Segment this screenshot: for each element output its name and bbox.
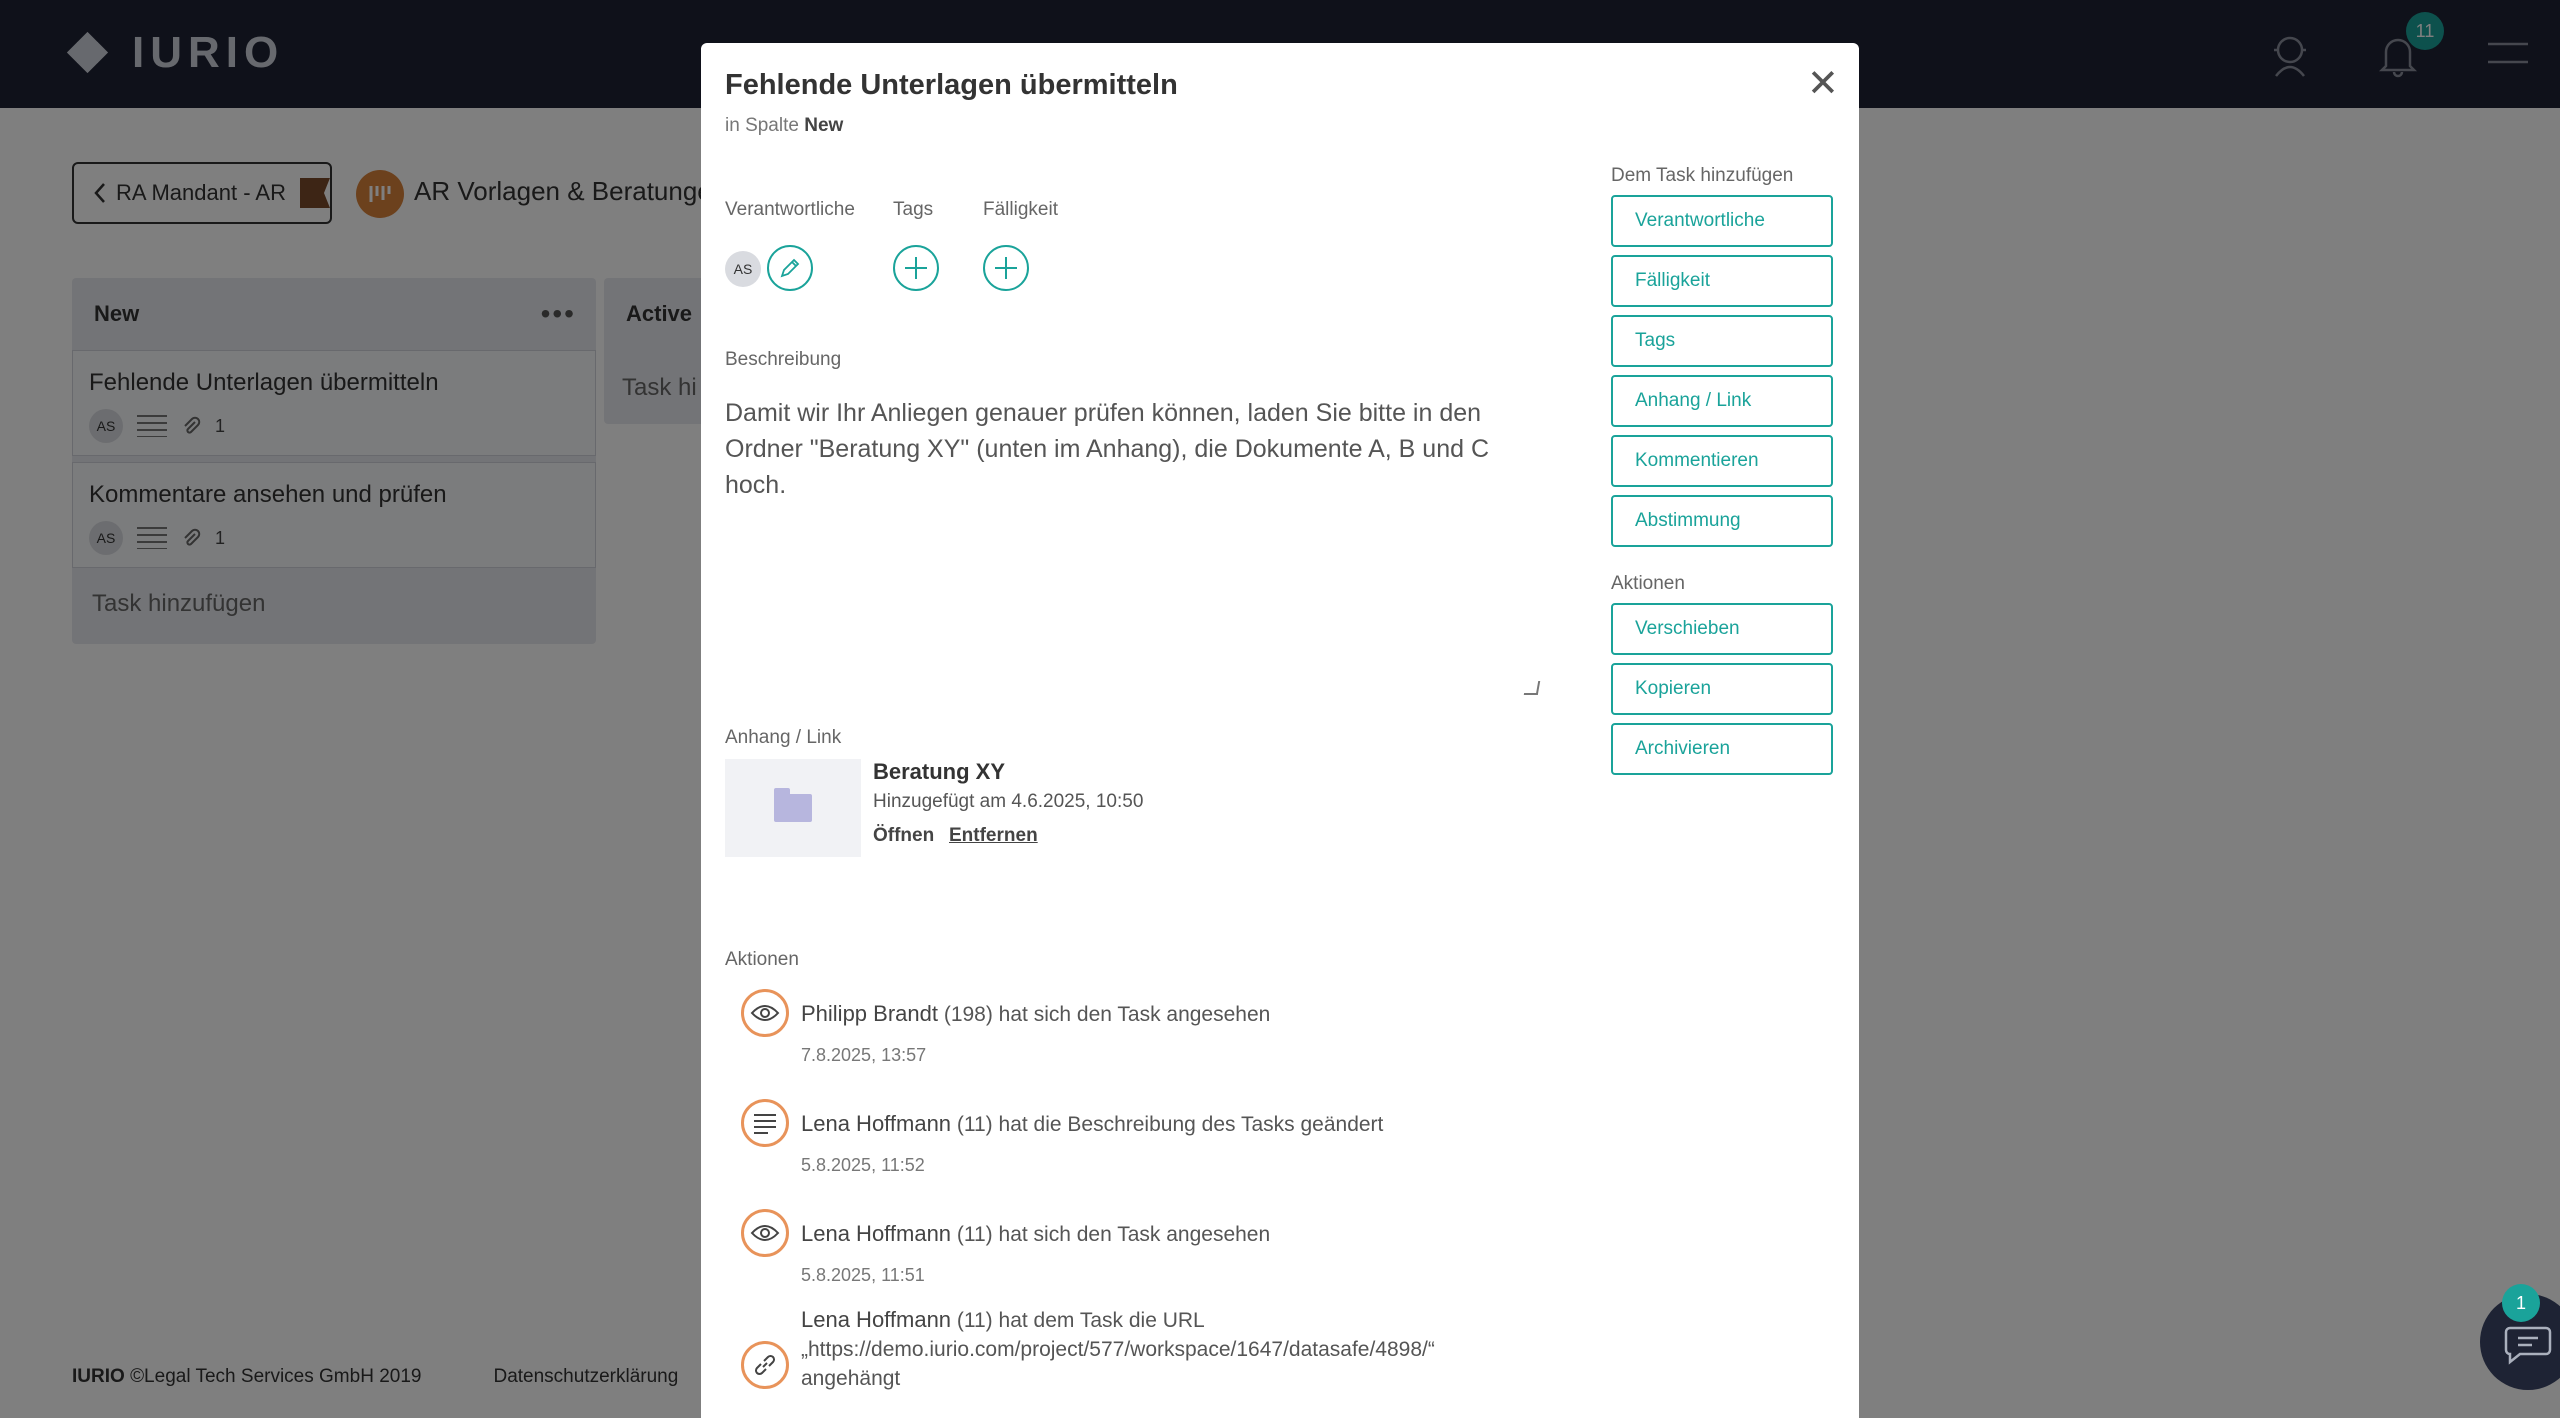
chat-badge: 1 xyxy=(2502,1284,2540,1322)
activity-user: Lena Hoffmann xyxy=(801,1221,952,1246)
add-tags-button[interactable]: Tags xyxy=(1611,315,1833,367)
description-textarea[interactable]: Damit wir Ihr Anliegen genauer prüfen kö… xyxy=(725,395,1545,503)
due-label: Fälligkeit xyxy=(983,199,1058,220)
task-detail-modal: Fehlende Unterlagen übermitteln in Spalt… xyxy=(701,43,1859,1418)
vote-button[interactable]: Abstimmung xyxy=(1611,495,1833,547)
responsible-label: Verantwortliche xyxy=(725,199,855,220)
responsible-avatar[interactable]: AS xyxy=(725,251,761,287)
plus-icon xyxy=(905,257,927,279)
activity-user: Philipp Brandt xyxy=(801,1001,938,1026)
open-attachment-link[interactable]: Öffnen xyxy=(873,825,934,847)
activity-entry: Lena Hoffmann (11) hat die Beschreibung … xyxy=(801,1109,1521,1139)
edit-responsible-button[interactable] xyxy=(767,245,813,291)
activity-user: Lena Hoffmann xyxy=(801,1307,952,1332)
description-label: Beschreibung xyxy=(725,349,842,370)
remove-attachment-link[interactable]: Entfernen xyxy=(949,825,1038,847)
close-icon[interactable]: ✕ xyxy=(1807,65,1839,103)
activity-text: (11) hat sich den Task angesehen xyxy=(956,1223,1271,1246)
lines-icon xyxy=(741,1099,789,1147)
modal-column-info: in Spalte New xyxy=(725,115,843,137)
add-attachment-button[interactable]: Anhang / Link xyxy=(1611,375,1833,427)
archive-button[interactable]: Archivieren xyxy=(1611,723,1833,775)
comment-button[interactable]: Kommentieren xyxy=(1611,435,1833,487)
attachment-thumbnail[interactable] xyxy=(725,759,861,857)
add-due-date-button[interactable] xyxy=(983,245,1029,291)
add-responsible-button[interactable]: Verantwortliche xyxy=(1611,195,1833,247)
activity-user: Lena Hoffmann xyxy=(801,1111,952,1136)
activity-text: (198) hat sich den Task angesehen xyxy=(943,1003,1271,1026)
activity-time: 5.8.2025, 11:51 xyxy=(801,1265,925,1285)
attachment-label: Anhang / Link xyxy=(725,727,842,748)
link-icon xyxy=(741,1341,789,1389)
activity-entry: Lena Hoffmann (11) hat sich den Task ang… xyxy=(801,1219,1521,1249)
activity-time: 7.8.2025, 13:57 xyxy=(801,1045,927,1065)
move-button[interactable]: Verschieben xyxy=(1611,603,1833,655)
plus-icon xyxy=(995,257,1017,279)
modal-title: Fehlende Unterlagen übermitteln xyxy=(725,69,1178,101)
resize-handle-icon[interactable] xyxy=(1523,681,1541,695)
attachment-name: Beratung XY xyxy=(873,759,1006,784)
column-prefix: in Spalte xyxy=(725,115,799,136)
copy-button[interactable]: Kopieren xyxy=(1611,663,1833,715)
folder-icon xyxy=(774,788,812,822)
add-tag-button[interactable] xyxy=(893,245,939,291)
add-to-task-heading: Dem Task hinzufügen xyxy=(1611,165,1794,186)
activity-label: Aktionen xyxy=(725,949,799,970)
activity-entry: Philipp Brandt (198) hat sich den Task a… xyxy=(801,999,1521,1029)
actions-heading: Aktionen xyxy=(1611,573,1685,594)
pencil-icon xyxy=(780,258,800,278)
eye-icon xyxy=(741,1209,789,1257)
eye-icon xyxy=(741,989,789,1037)
activity-time: 5.8.2025, 11:52 xyxy=(801,1155,925,1175)
activity-text: (11) hat die Beschreibung des Tasks geän… xyxy=(956,1113,1384,1136)
tags-label: Tags xyxy=(893,199,934,220)
attachment-date: Hinzugefügt am 4.6.2025, 10:50 xyxy=(873,791,1144,812)
column-name: New xyxy=(804,115,844,136)
add-due-button[interactable]: Fälligkeit xyxy=(1611,255,1833,307)
activity-entry: Lena Hoffmann (11) hat dem Task die URL … xyxy=(801,1305,1481,1393)
